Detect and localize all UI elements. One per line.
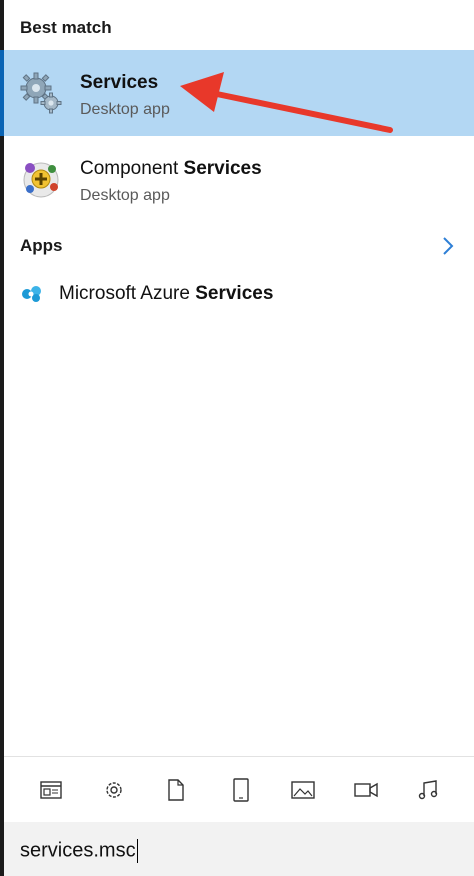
photos-filter-icon[interactable] — [288, 775, 318, 805]
result-subtitle: Desktop app — [80, 101, 170, 118]
text-caret — [136, 839, 138, 863]
best-match-heading: Best match — [20, 18, 112, 37]
app-title: Microsoft Azure Services — [59, 283, 274, 304]
app-microsoft-azure-services[interactable]: Microsoft Azure Services — [4, 272, 474, 316]
documents-filter-icon[interactable] — [161, 775, 191, 805]
result-title: Component Services — [80, 158, 262, 179]
azure-icon — [22, 286, 41, 302]
result-component-services[interactable]: Component Services Desktop app — [4, 136, 474, 222]
videos-filter-icon[interactable] — [351, 775, 381, 805]
component-services-icon — [23, 162, 59, 198]
result-title: Services — [80, 72, 159, 93]
search-box[interactable]: services.msc — [4, 822, 474, 876]
chevron-right-icon[interactable] — [438, 234, 458, 258]
filter-bar — [4, 756, 474, 822]
search-query: services.msc — [20, 839, 136, 862]
music-filter-icon[interactable] — [413, 775, 443, 805]
tablet-filter-icon[interactable] — [226, 775, 256, 805]
search-results-panel: Best match Services Desktop app Componen… — [4, 0, 474, 876]
search-input[interactable]: services.msc — [20, 839, 138, 863]
apps-heading: Apps — [20, 236, 63, 255]
result-services[interactable]: Services Desktop app — [4, 50, 474, 136]
settings-filter-icon[interactable] — [99, 775, 129, 805]
result-subtitle: Desktop app — [80, 187, 170, 204]
apps-filter-icon[interactable] — [36, 775, 66, 805]
services-gear-icon — [20, 72, 62, 114]
